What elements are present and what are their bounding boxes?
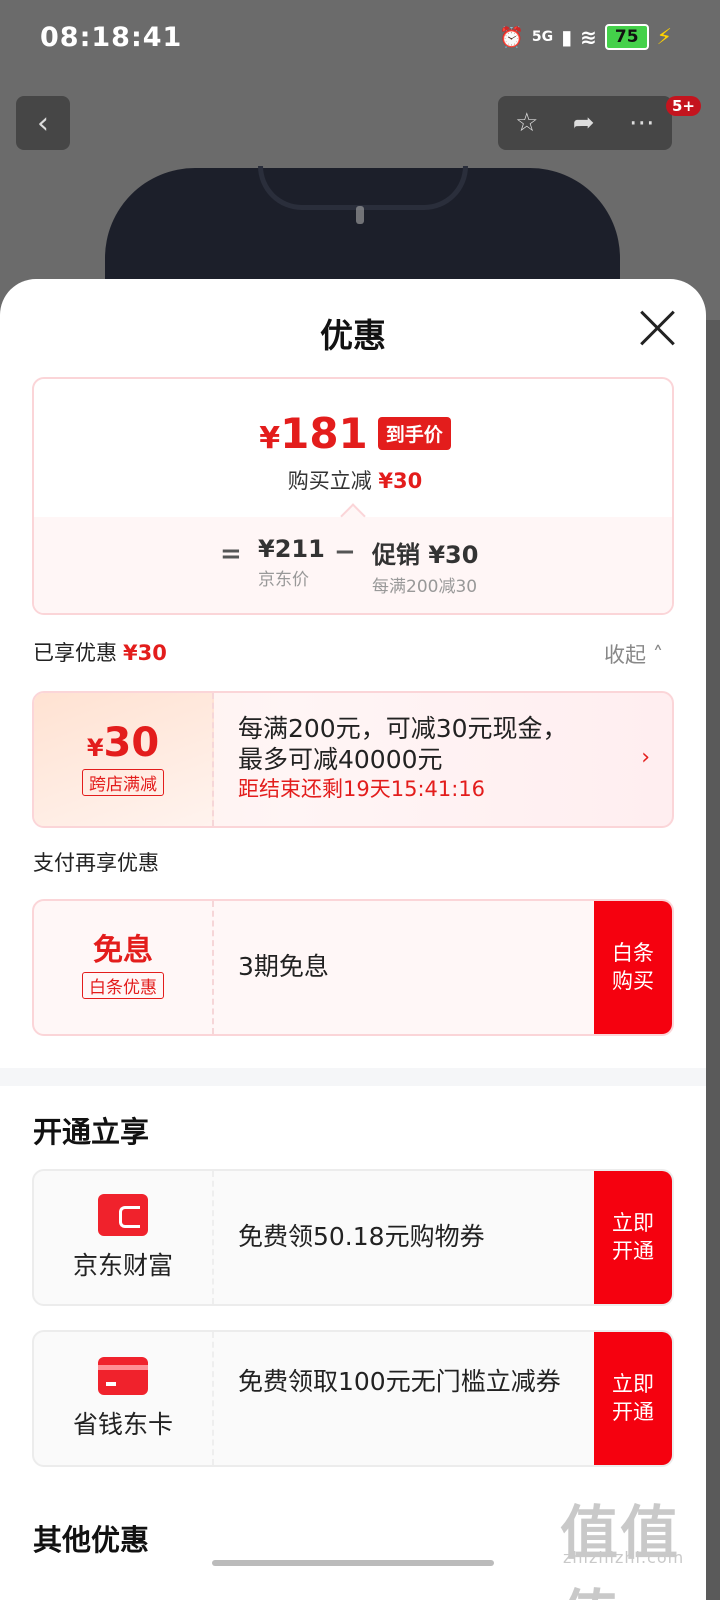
credit-card-icon <box>98 1356 148 1395</box>
pay-section-title: 支付再享优惠 <box>33 851 159 875</box>
star-icon[interactable]: ☆ <box>515 108 538 138</box>
base-price: ¥211 京东价 <box>258 535 325 590</box>
saving-card-offer: 免费领取100元无门槛立减券 <box>238 1367 561 1396</box>
jd-wealth-left: 京东财富 <box>34 1171 214 1304</box>
tshirt-collar <box>258 166 468 210</box>
other-section-title: 其他优惠 <box>33 1523 150 1557</box>
coupon-countdown: 距结束还剩19天15:41:16 <box>238 776 486 801</box>
network-label: 5G <box>531 29 554 45</box>
status-bar: 08:18:41 ⏰ 5G ▮ ≋ 75 ⚡ <box>0 0 720 80</box>
interest-free-coupon: 免息 白条优惠 3期免息 白条购买 <box>32 899 674 1036</box>
site-watermark-url: zhizhizhi.com <box>563 1548 685 1567</box>
interest-free-title: 免息 <box>93 933 153 968</box>
coupon-description: 每满200元，可减30元现金， 最多可减40000元 距结束还剩19天15:41… <box>238 714 568 801</box>
discount-sheet: 优惠 ¥181 到手价 购买立减 ¥30 = ¥211 京东价 − 促销 ¥30… <box>0 279 706 1600</box>
message-badge: 5+ <box>666 96 702 116</box>
instant-discount: 购买立减 ¥30 <box>287 469 423 493</box>
open-jd-wealth-button[interactable]: 立即开通 <box>594 1171 672 1304</box>
wallet-icon <box>98 1193 148 1236</box>
coupon-amount-area: ¥30 跨店满减 <box>34 693 214 826</box>
site-watermark: 值值值 <box>560 1499 681 1600</box>
interest-free-left: 免息 白条优惠 <box>34 901 214 1034</box>
open-section-title: 开通立享 <box>33 1115 150 1149</box>
jd-wealth-name: 京东财富 <box>72 1250 173 1280</box>
baitiao-tag: 白条优惠 <box>82 972 164 999</box>
signal-icon: ▮ <box>561 25 573 49</box>
alarm-icon: ⏰ <box>498 25 524 49</box>
final-price-tag: 到手价 <box>377 417 451 450</box>
baitiao-buy-button[interactable]: 白条购买 <box>594 901 672 1034</box>
charging-icon: ⚡ <box>656 24 672 50</box>
promo-discount: 促销 ¥30 每满200减30 <box>372 541 479 597</box>
jd-wealth-offer: 免费领50.18元购物券 <box>238 1222 485 1251</box>
price-formula: = ¥211 京东价 − 促销 ¥30 每满200减30 <box>34 517 672 613</box>
final-price: ¥181 <box>259 409 368 458</box>
saving-card-name: 省钱东卡 <box>72 1409 173 1439</box>
status-icons: ⏰ 5G ▮ ≋ 75 ⚡ <box>499 24 672 50</box>
clock: 08:18:41 <box>40 22 183 53</box>
home-indicator[interactable] <box>212 1560 494 1566</box>
share-icon[interactable]: ➦ <box>573 108 595 138</box>
coupon-type-tag: 跨店满减 <box>82 769 164 796</box>
installment-text: 3期免息 <box>238 952 329 981</box>
close-icon[interactable] <box>636 307 678 349</box>
chevron-right-icon: › <box>641 745 650 770</box>
back-button[interactable]: ‹ <box>16 96 70 150</box>
cross-store-coupon[interactable]: ¥30 跨店满减 每满200元，可减30元现金， 最多可减40000元 距结束还… <box>32 691 674 828</box>
collapse-toggle[interactable]: 收起 ˄ <box>604 639 663 669</box>
jd-wealth-card: 京东财富 免费领50.18元购物券 立即开通 <box>32 1169 674 1306</box>
saving-card-card: 省钱东卡 免费领取100元无门槛立减券 立即开通 <box>32 1330 674 1467</box>
enjoyed-discount: 已享优惠 ¥30 <box>33 641 167 665</box>
chevron-up-icon: ˄ <box>652 643 664 667</box>
coupon-amount: ¥30 <box>86 720 160 766</box>
tshirt-logo <box>356 206 364 224</box>
more-icon[interactable]: ⋯ <box>629 108 655 138</box>
section-divider <box>0 1068 706 1086</box>
final-price-line: ¥181 到手价 <box>34 409 672 458</box>
battery-indicator: 75 <box>604 24 649 50</box>
price-summary-card: ¥181 到手价 购买立减 ¥30 = ¥211 京东价 − 促销 ¥30 每满… <box>32 377 674 615</box>
wifi-icon: ≋ <box>580 25 597 49</box>
sheet-title: 优惠 <box>320 316 386 355</box>
top-action-group: ☆ ➦ ⋯ <box>498 96 672 150</box>
chevron-left-icon: ‹ <box>37 105 49 141</box>
open-saving-card-button[interactable]: 立即开通 <box>594 1332 672 1465</box>
saving-card-left: 省钱东卡 <box>34 1332 214 1465</box>
